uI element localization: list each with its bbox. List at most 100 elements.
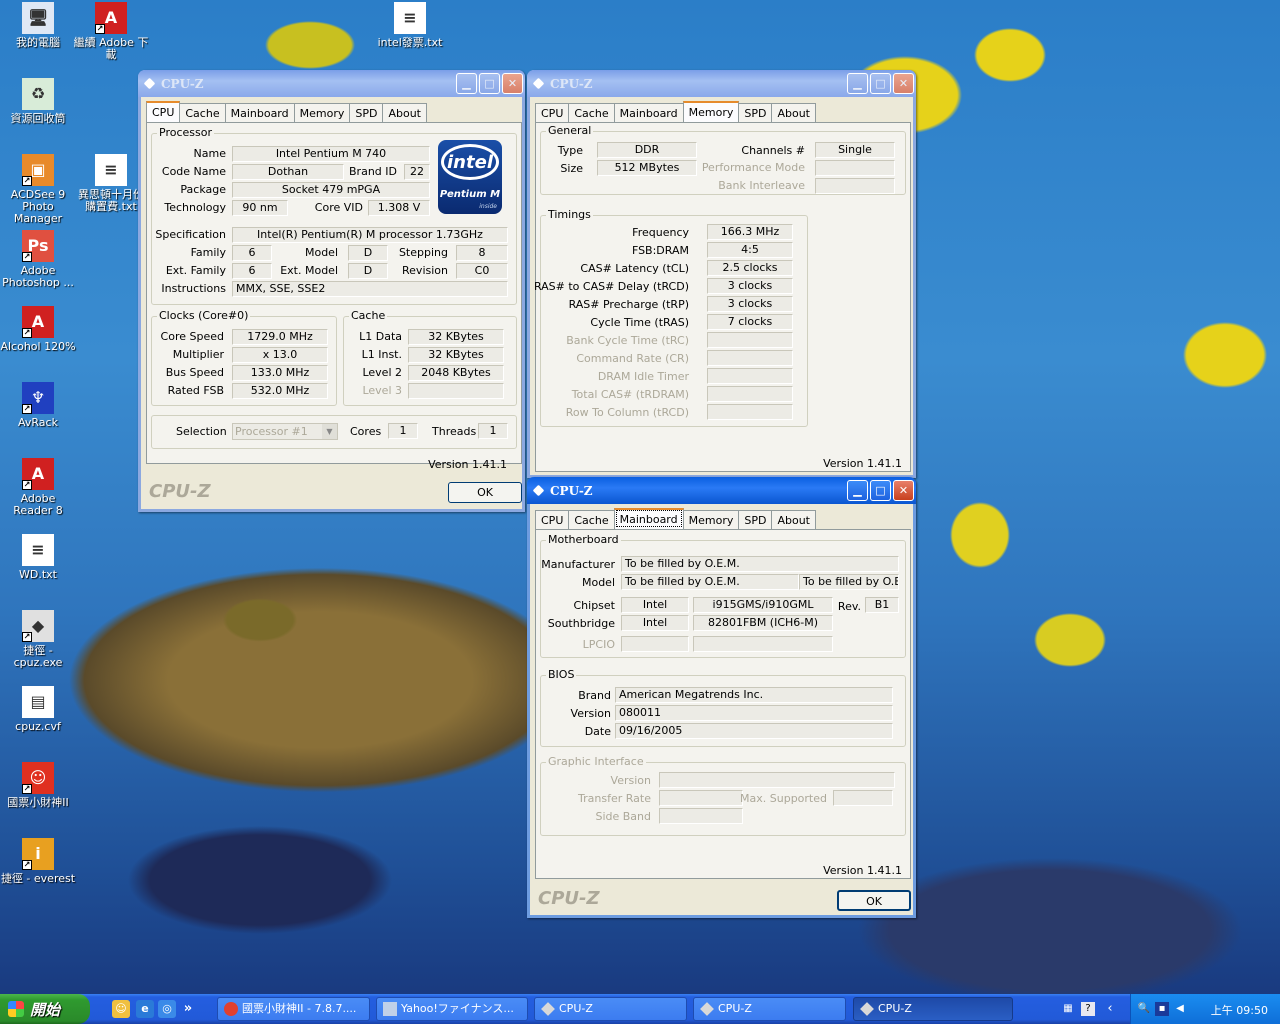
desktop-icon[interactable]: ◆ ↗ 捷徑 - cpuz.exe: [0, 610, 76, 669]
tab-cpu[interactable]: CPU: [146, 101, 181, 122]
ratedfsb-value: 532.0 MHz: [232, 383, 328, 399]
close-button[interactable]: ✕: [893, 480, 914, 501]
version-text: Version 1.41.1: [823, 457, 902, 470]
title-bar[interactable]: CPU-Z ▁ □ ✕: [527, 70, 916, 97]
tab-cache[interactable]: Cache: [568, 103, 615, 122]
model-label: Model: [581, 576, 615, 589]
timings-group: Timings Frequency 166.3 MHz FSB:DRAM 4:5 CAS…: [534, 208, 808, 427]
desktop-icon[interactable]: ≡ WD.txt: [0, 534, 76, 581]
taskbar-button-2[interactable]: Yahoo!ファイナンス...: [376, 997, 528, 1021]
maximize-button[interactable]: □: [870, 73, 891, 94]
recycle-bin-icon: ♻: [22, 78, 54, 110]
start-button[interactable]: 開始: [0, 994, 90, 1024]
inside-text: inside: [479, 203, 497, 210]
quicklaunch-ie-icon[interactable]: e: [136, 1000, 154, 1018]
processor-group: Processor Name Intel Pentium M 740 Code …: [151, 126, 517, 305]
minimize-button[interactable]: ▁: [847, 73, 868, 94]
taskbar-button-5[interactable]: CPU-Z: [853, 997, 1013, 1021]
desktop-icon[interactable]: i ↗ 捷徑 - everest: [0, 838, 76, 885]
cpuz-window-mainboard[interactable]: CPU-Z ▁ □ ✕ CPU Cache Mainboard Memory SPD…: [527, 477, 916, 918]
tab-cache[interactable]: Cache: [568, 510, 615, 529]
desktop-icon[interactable]: A ↗ 繼續 Adobe 下載: [73, 2, 149, 61]
desktop-icon-label: intel發票.txt: [377, 36, 443, 49]
close-button[interactable]: ✕: [893, 73, 914, 94]
cpuz-shortcut-icon: ◆ ↗: [22, 610, 54, 642]
ok-button[interactable]: OK: [448, 482, 522, 503]
desktop-icon[interactable]: A ↗ Alcohol 120%: [0, 306, 76, 353]
desktop-icon[interactable]: ▤ cpuz.cvf: [0, 686, 76, 733]
tab-memory[interactable]: Memory: [682, 101, 740, 122]
taskbar-button-4[interactable]: CPU-Z: [693, 997, 846, 1021]
desktop-icon[interactable]: ☺ ↗ 國票小財神II: [0, 762, 76, 809]
chipset-value: i915GMS/i910GML: [693, 597, 833, 613]
minimize-button[interactable]: ▁: [847, 480, 868, 501]
tab-spd[interactable]: SPD: [738, 510, 773, 529]
cpuz-window-cpu[interactable]: CPU-Z ▁ □ ✕ CPU Cache Mainboard Memory SPD…: [138, 70, 525, 512]
timing-value: 7 clocks: [707, 314, 793, 330]
taskbar-button-3[interactable]: CPU-Z: [534, 997, 687, 1021]
tab-strip: CPU Cache Mainboard Memory SPD About: [535, 508, 816, 529]
chevron-down-icon[interactable]: ▼: [322, 424, 337, 439]
ok-button[interactable]: OK: [837, 890, 911, 911]
shortcut-arrow-icon: ↗: [22, 784, 32, 794]
close-button[interactable]: ✕: [502, 73, 523, 94]
title-bar[interactable]: CPU-Z ▁ □ ✕: [138, 70, 525, 97]
tab-spd[interactable]: SPD: [349, 103, 384, 122]
photoshop-icon: Ps ↗: [22, 230, 54, 262]
speaker-icon[interactable]: ◀: [1173, 1002, 1187, 1016]
tray-expand-button[interactable]: ‹: [1103, 1002, 1117, 1016]
gi-transfer-rate-value: [659, 790, 743, 806]
instructions-label: Instructions: [161, 282, 226, 295]
minimize-button[interactable]: ▁: [456, 73, 477, 94]
model-label: Model: [304, 246, 338, 259]
task-label: CPU-Z: [878, 1002, 912, 1015]
tab-about[interactable]: About: [771, 103, 816, 122]
tab-about[interactable]: About: [771, 510, 816, 529]
timing-label: Command Rate (CR): [576, 352, 689, 365]
tab-mainboard[interactable]: Mainboard: [613, 103, 684, 122]
timing-value: 4:5: [707, 242, 793, 258]
browser-icon: [383, 1002, 397, 1016]
help-icon[interactable]: ?: [1081, 1002, 1095, 1016]
desktop-icon[interactable]: ▣ ↗ ACDSee 9 Photo Manager: [0, 154, 76, 225]
tab-mainboard[interactable]: Mainboard: [224, 103, 295, 122]
search-icon[interactable]: 🔍: [1137, 1002, 1151, 1016]
tab-spd[interactable]: SPD: [738, 103, 773, 122]
clock: 上午 09:50: [1210, 1004, 1268, 1017]
processor-select[interactable]: Processor #1 ▼: [232, 423, 338, 440]
desktop-icon[interactable]: 🖥 我的電腦: [0, 2, 76, 49]
quicklaunch-more-button[interactable]: »: [182, 1000, 194, 1018]
model-value: To be filled by O.E.M.: [621, 574, 799, 590]
cpuz-window-memory[interactable]: CPU-Z ▁ □ ✕ CPU Cache Mainboard Memory SPD…: [527, 70, 916, 478]
quicklaunch-messenger-icon[interactable]: ☺: [112, 1000, 130, 1018]
taskbar-button-1[interactable]: 國票小財神II - 7.8.7....: [217, 997, 370, 1021]
busspeed-label: Bus Speed: [165, 366, 224, 379]
title-bar[interactable]: CPU-Z ▁ □ ✕: [527, 477, 916, 504]
windows-logo-icon: [8, 1001, 24, 1017]
desktop-icon[interactable]: ♆ ↗ AvRack: [0, 382, 76, 429]
tab-cpu[interactable]: CPU: [535, 103, 570, 122]
tab-cpu[interactable]: CPU: [535, 510, 570, 529]
keyboard-icon[interactable]: ▦: [1061, 1002, 1075, 1016]
tab-memory[interactable]: Memory: [293, 103, 351, 122]
gi-version-label: Version: [610, 774, 651, 787]
quicklaunch-desktop-icon[interactable]: ◎: [158, 1000, 176, 1018]
tab-about[interactable]: About: [382, 103, 427, 122]
desktop-icon[interactable]: Ps ↗ Adobe Photoshop ...: [0, 230, 76, 289]
level3-label: Level 3: [362, 384, 402, 397]
desktop-icon[interactable]: ≡ intel發票.txt: [372, 2, 448, 49]
intel-brand-text: intel: [441, 144, 499, 180]
desktop-icon[interactable]: ♻ 資源回收筒: [0, 78, 76, 125]
network-icon[interactable]: ▪: [1155, 1002, 1169, 1016]
maximize-button[interactable]: □: [870, 480, 891, 501]
cpuz-app-icon: [143, 77, 156, 90]
tab-mainboard[interactable]: Mainboard: [613, 508, 684, 529]
corevid-label: Core VID: [314, 201, 363, 214]
pentium-m-text: Pentium M: [439, 189, 501, 200]
maximize-button[interactable]: □: [479, 73, 500, 94]
tab-cache[interactable]: Cache: [179, 103, 226, 122]
extmodel-label: Ext. Model: [280, 264, 338, 277]
tab-memory[interactable]: Memory: [682, 510, 740, 529]
desktop-icon[interactable]: A ↗ Adobe Reader 8: [0, 458, 76, 517]
acdsee-icon: ▣ ↗: [22, 154, 54, 186]
